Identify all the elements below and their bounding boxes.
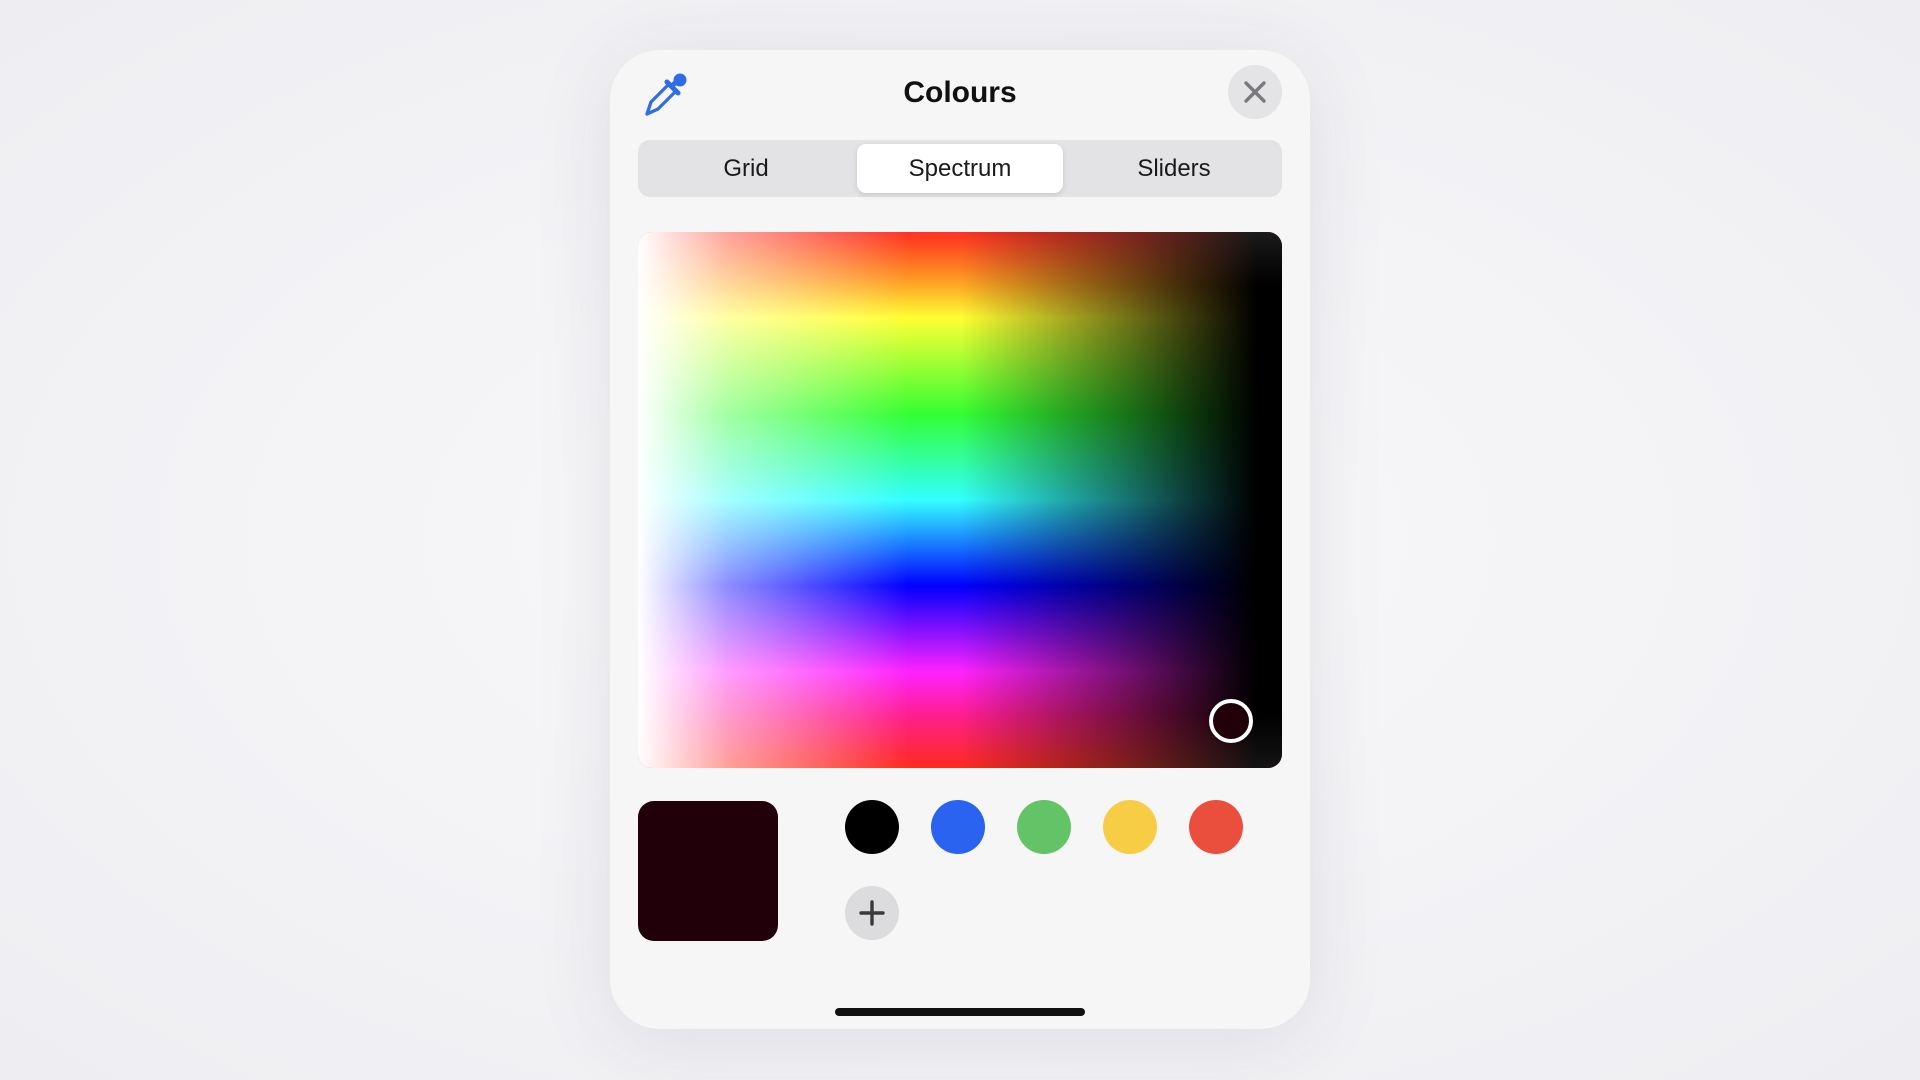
preset-swatch-green[interactable] xyxy=(1017,800,1071,854)
eyedropper-icon xyxy=(645,73,687,116)
close-icon xyxy=(1244,81,1266,103)
spectrum-selection-handle[interactable] xyxy=(1209,699,1253,743)
add-swatch-button[interactable] xyxy=(845,886,899,940)
current-colour-swatch xyxy=(638,801,778,941)
mode-segmented-control: Grid Spectrum Sliders xyxy=(638,140,1282,197)
colour-picker-panel: Colours Grid Spectrum Sliders xyxy=(610,50,1310,1029)
preset-swatch-black[interactable] xyxy=(845,800,899,854)
tab-sliders[interactable]: Sliders xyxy=(1071,144,1277,193)
preset-swatch-blue[interactable] xyxy=(931,800,985,854)
spectrum-soft-overlay xyxy=(638,232,1282,768)
plus-icon xyxy=(859,900,885,926)
colour-spectrum[interactable] xyxy=(638,232,1282,768)
tab-grid[interactable]: Grid xyxy=(643,144,849,193)
preset-swatch-yellow[interactable] xyxy=(1103,800,1157,854)
preset-swatch-red[interactable] xyxy=(1189,800,1243,854)
panel-title: Colours xyxy=(903,76,1017,109)
home-indicator xyxy=(835,1008,1085,1016)
eyedropper-button[interactable] xyxy=(642,72,688,118)
close-button[interactable] xyxy=(1228,65,1282,119)
tab-spectrum[interactable]: Spectrum xyxy=(857,144,1063,193)
